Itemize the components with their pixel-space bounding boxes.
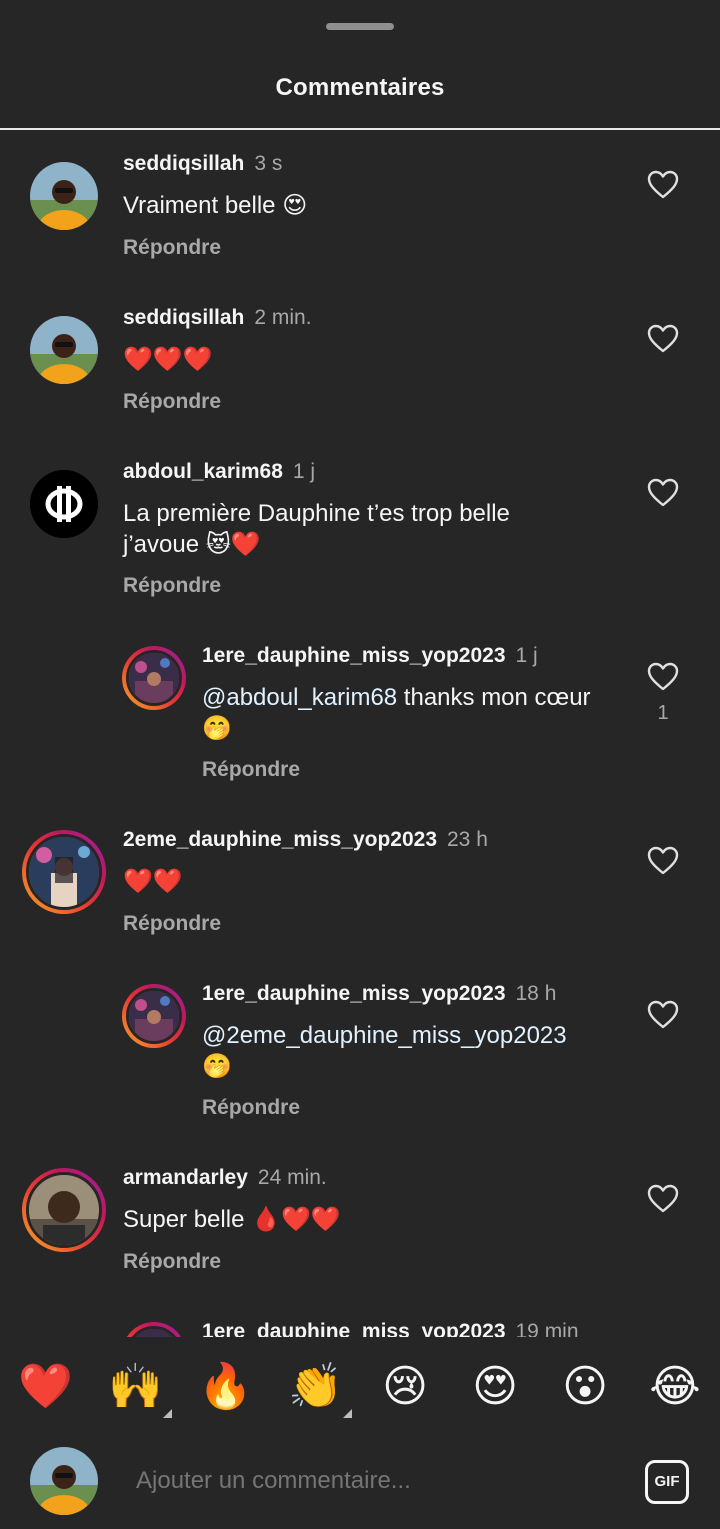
comment-item: seddiqsillah 2 min. ❤️❤️❤️ Répondre — [0, 284, 720, 434]
comment-input[interactable] — [136, 1467, 606, 1495]
drag-handle[interactable] — [326, 23, 394, 30]
heart-outline-icon[interactable] — [647, 662, 679, 692]
comment-time: 18 h — [515, 982, 557, 1005]
emoji-heart-button[interactable]: ❤️ — [18, 1360, 73, 1414]
reply-button[interactable]: Répondre — [123, 1250, 221, 1274]
avatar[interactable] — [30, 470, 98, 538]
comment-text: @abdoul_karim68 thanks mon cœur 🤭 — [202, 682, 591, 744]
reply-button[interactable]: Répondre — [123, 912, 221, 936]
comment-time: 3 s — [254, 152, 283, 175]
avatar[interactable] — [122, 646, 186, 710]
comment-username[interactable]: armandarley — [123, 1166, 248, 1189]
comment-username[interactable]: 2eme_dauphine_miss_yop2023 — [123, 828, 437, 851]
avatar[interactable] — [22, 830, 106, 914]
avatar[interactable] — [22, 1168, 106, 1252]
emoji-fire-button[interactable]: 🔥 — [198, 1360, 253, 1414]
like-count[interactable]: 1 — [647, 702, 679, 725]
heart-outline-icon[interactable] — [647, 1000, 679, 1030]
comment-username[interactable]: seddiqsillah — [123, 306, 244, 329]
comment-username[interactable]: 1ere_dauphine_miss_yop2023 — [202, 982, 506, 1005]
comment-time: 23 h — [447, 828, 488, 851]
emoji-reaction-bar: ❤️ 🙌 🔥 👏 😢 😍 😮 😂 — [0, 1340, 720, 1434]
comment-text-line: La première Dauphine t’es trop belle — [123, 500, 510, 527]
reply-item: 1ere_dauphine_miss_yop2023 1 j @abdoul_ka… — [0, 622, 720, 806]
comment-time: 2 min. — [254, 306, 312, 329]
reply-button[interactable]: Répondre — [202, 758, 300, 782]
avatar[interactable] — [122, 1322, 186, 1337]
avatar[interactable] — [122, 984, 186, 1048]
emoji-raised-hands-button[interactable]: 🙌 — [108, 1360, 172, 1418]
gif-button[interactable]: GIF — [645, 1460, 689, 1504]
reply-button[interactable]: Répondre — [123, 574, 221, 598]
comment-text: Vraiment belle 😍 — [123, 192, 308, 219]
current-user-avatar — [30, 1447, 98, 1515]
comment-time: 19 min — [515, 1320, 579, 1337]
emoji-heart-eyes-button[interactable]: 😍 — [468, 1360, 522, 1414]
comment-item: armandarley 24 min. Super belle 🩸❤️❤️ Rép… — [0, 1144, 720, 1298]
heart-outline-icon[interactable] — [647, 846, 679, 876]
comment-text: La première Dauphine t’es trop belle j’a… — [123, 498, 510, 560]
mention-link[interactable]: @2eme_dauphine_miss_yop2023 — [202, 1020, 567, 1051]
comment-list[interactable]: seddiqsillah 3 s Vraiment belle 😍 Répondr… — [0, 130, 720, 1337]
comment-text-rest: thanks mon cœur — [397, 684, 591, 711]
comment-text: ❤️❤️ — [123, 868, 183, 895]
skin-tone-indicator-icon — [343, 1409, 352, 1418]
skin-tone-indicator-icon — [163, 1409, 172, 1418]
comment-text-line: 🤭 — [202, 1053, 232, 1080]
mention-link[interactable]: @abdoul_karim68 — [202, 684, 397, 711]
comment-item: seddiqsillah 3 s Vraiment belle 😍 Répondr… — [0, 130, 720, 280]
avatar[interactable] — [30, 316, 98, 384]
comment-item: abdoul_karim68 1 j La première Dauphine t… — [0, 438, 720, 622]
heart-outline-icon[interactable] — [647, 478, 679, 508]
reply-button[interactable]: Répondre — [123, 236, 221, 260]
comment-username[interactable]: seddiqsillah — [123, 152, 244, 175]
clapping-hands-icon: 👏 — [288, 1361, 343, 1412]
comment-time: 1 j — [515, 644, 538, 667]
emoji-clapping-button[interactable]: 👏 — [288, 1360, 352, 1418]
reply-item: 1ere_dauphine_miss_yop2023 19 min — [0, 1298, 720, 1337]
heart-outline-icon[interactable] — [647, 1184, 679, 1214]
emoji-laughing-button[interactable]: 😂 — [648, 1360, 702, 1414]
comment-username[interactable]: 1ere_dauphine_miss_yop2023 — [202, 1320, 506, 1337]
comment-text: @2eme_dauphine_miss_yop2023 🤭 — [202, 1020, 567, 1082]
comments-sheet: Commentaires seddiqsillah 3 s Vraiment be… — [0, 0, 720, 1529]
gif-icon: GIF — [654, 1473, 680, 1490]
avatar[interactable] — [30, 162, 98, 230]
comment-compose-bar: GIF — [0, 1434, 720, 1529]
reply-button[interactable]: Répondre — [123, 390, 221, 414]
heart-outline-icon[interactable] — [647, 170, 679, 200]
comment-username[interactable]: abdoul_karim68 — [123, 460, 283, 483]
page-title: Commentaires — [275, 74, 445, 101]
raised-hands-icon: 🙌 — [108, 1361, 163, 1412]
comment-time: 1 j — [292, 460, 316, 483]
reply-item: 1ere_dauphine_miss_yop2023 18 h @2eme_dau… — [0, 960, 720, 1144]
emoji-crying-button[interactable]: 😢 — [378, 1360, 432, 1414]
comment-text-line: j’avoue 😻❤️ — [123, 531, 261, 558]
heart-outline-icon[interactable] — [647, 324, 679, 354]
comment-item: 2eme_dauphine_miss_yop2023 23 h ❤️❤️ Répo… — [0, 806, 720, 960]
comment-username[interactable]: 1ere_dauphine_miss_yop2023 — [202, 644, 506, 667]
emoji-surprised-button[interactable]: 😮 — [558, 1360, 612, 1414]
comment-text: Super belle 🩸❤️❤️ — [123, 1206, 341, 1233]
comment-text: ❤️❤️❤️ — [123, 346, 213, 373]
comment-time: 24 min. — [257, 1166, 327, 1189]
reply-button[interactable]: Répondre — [202, 1096, 300, 1120]
comment-text-line: 🤭 — [202, 715, 232, 742]
